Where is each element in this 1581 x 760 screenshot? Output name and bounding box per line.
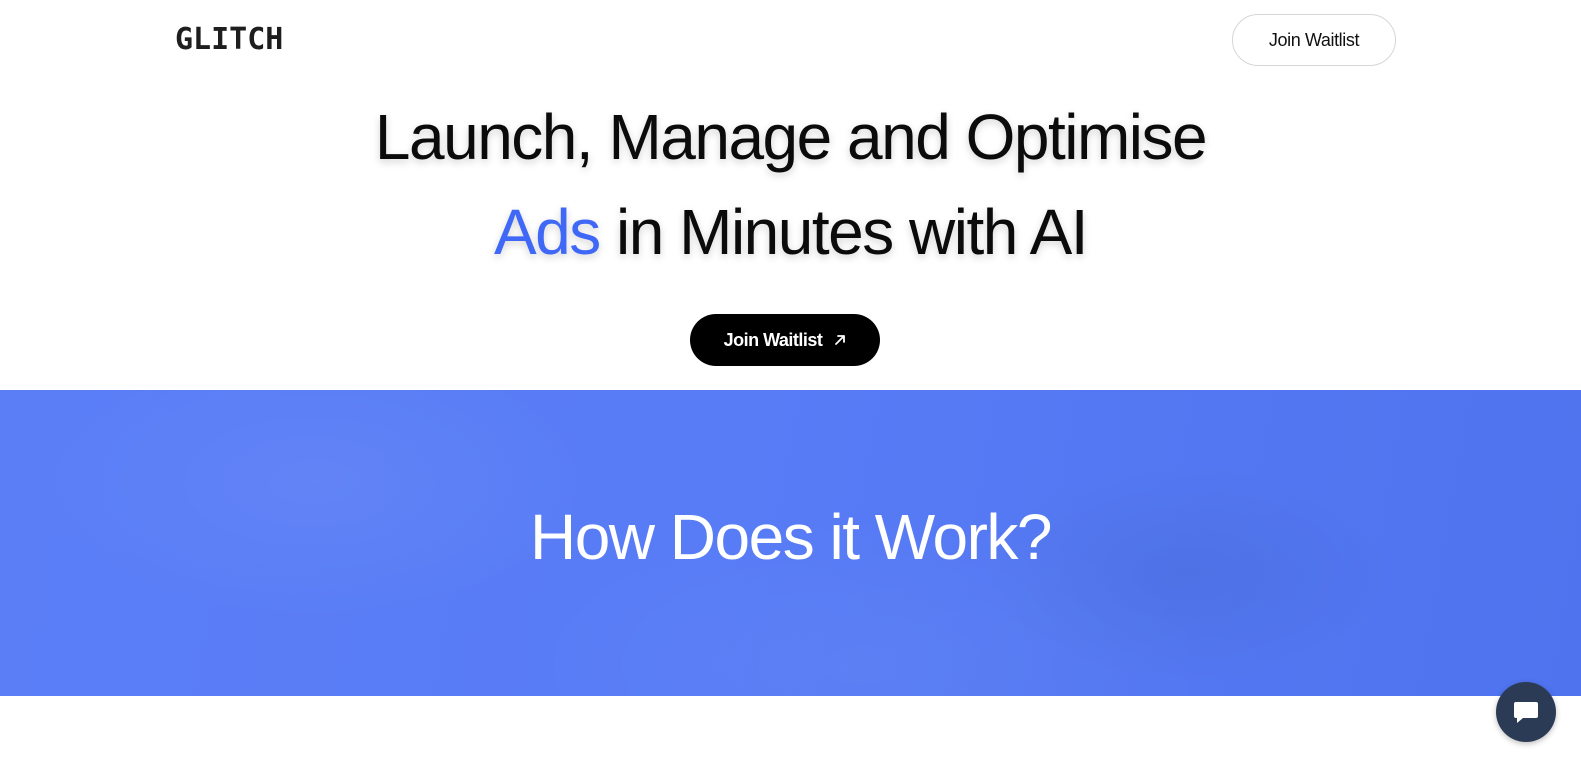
how-it-works-section: How Does it Work? (0, 390, 1581, 696)
landing-page: GLITCH Join Waitlist Launch, Manage and … (0, 0, 1581, 760)
hero-headline-accent: Ads (493, 196, 601, 268)
chat-bubble-icon (1514, 702, 1538, 723)
hero-headline-line-1: Launch, Manage and Optimise (374, 101, 1208, 173)
hero-join-waitlist-button[interactable]: Join Waitlist (690, 314, 880, 366)
section-title: How Does it Work? (529, 501, 1053, 573)
arrow-up-right-icon (835, 335, 846, 345)
hero-headline-line-2: Ads in Minutes with AI (0, 195, 1581, 269)
hero-headline-rest: in Minutes with AI (599, 196, 1089, 268)
glitch-logo[interactable]: GLITCH (175, 22, 283, 58)
header-join-waitlist-button[interactable]: Join Waitlist (1232, 14, 1396, 66)
hero-cta-label: Join Waitlist (723, 329, 823, 350)
chat-widget-button[interactable] (1496, 682, 1556, 742)
